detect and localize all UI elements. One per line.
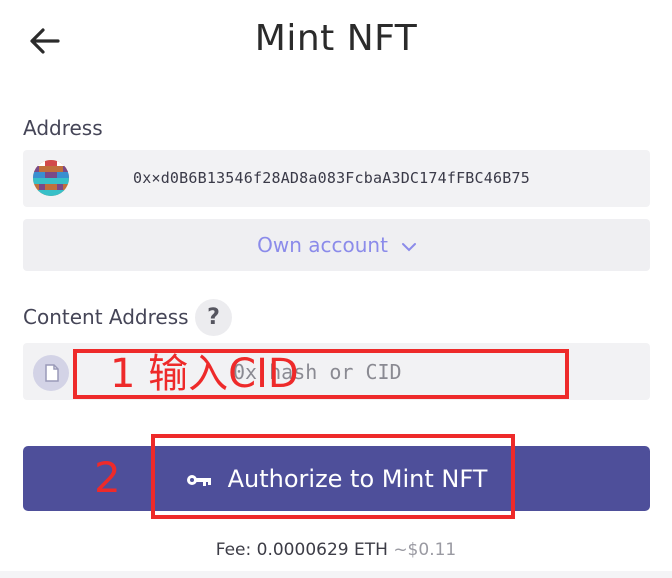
bottom-divider xyxy=(0,571,672,578)
help-icon[interactable]: ? xyxy=(195,299,232,336)
account-selector-label: Own account xyxy=(257,233,388,257)
chevron-down-icon xyxy=(401,233,416,257)
page-title: Mint NFT xyxy=(254,18,418,59)
annotation-step1: 1 输入CID xyxy=(110,351,299,397)
avatar xyxy=(33,160,69,196)
content-address-label: Content Address xyxy=(23,305,189,329)
fee-line: Fee: 0.0000629 ETH ~$0.11 xyxy=(0,540,672,560)
annotation-box-mint xyxy=(151,434,515,519)
address-field: 0x×d0B6B13546f28AD8a083FcbaA3DC174fFBC46… xyxy=(23,150,650,207)
annotation-step2: 2 xyxy=(94,453,121,502)
fee-usd: ~$0.11 xyxy=(393,540,457,560)
address-value: 0x×d0B6B13546f28AD8a083FcbaA3DC174fFBC46… xyxy=(133,169,530,187)
document-icon xyxy=(33,355,69,391)
account-selector[interactable]: Own account xyxy=(23,219,650,271)
fee-amount: Fee: 0.0000629 ETH xyxy=(215,540,388,560)
address-label: Address xyxy=(23,116,103,140)
